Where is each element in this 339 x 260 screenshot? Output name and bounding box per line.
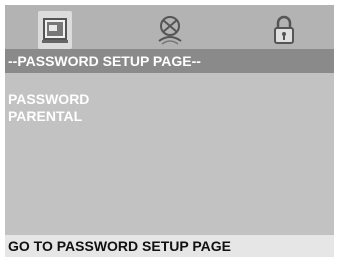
setup-menu: PASSWORD PARENTAL [8,91,89,125]
video-setup-icon [42,18,68,43]
audio-setup-icon [158,16,182,45]
tab-audio-setup[interactable] [153,11,187,49]
status-bar: GO TO PASSWORD SETUP PAGE [5,235,334,257]
menu-item-parental[interactable]: PARENTAL [8,108,89,125]
lock-icon [274,15,294,44]
tab-password-setup[interactable] [267,11,301,49]
page-title: --PASSWORD SETUP PAGE-- [5,49,334,73]
menu-item-password[interactable]: PASSWORD [8,91,89,108]
setup-icon-bar [5,5,334,55]
tab-video-setup[interactable] [38,11,72,49]
osd-screen: --PASSWORD SETUP PAGE-- PASSWORD PARENTA… [5,5,334,257]
